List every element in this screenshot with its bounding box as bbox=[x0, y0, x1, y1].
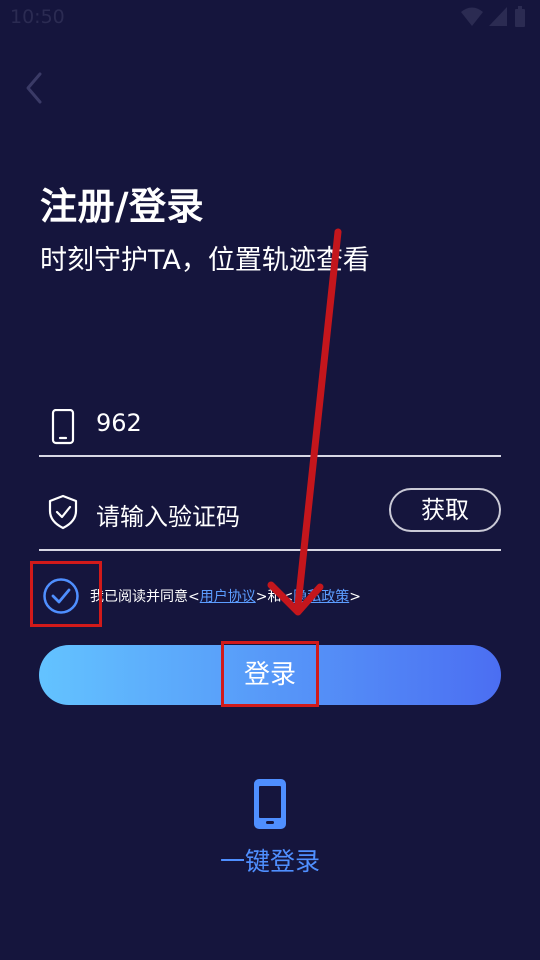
annotation-arrow bbox=[267, 228, 342, 616]
